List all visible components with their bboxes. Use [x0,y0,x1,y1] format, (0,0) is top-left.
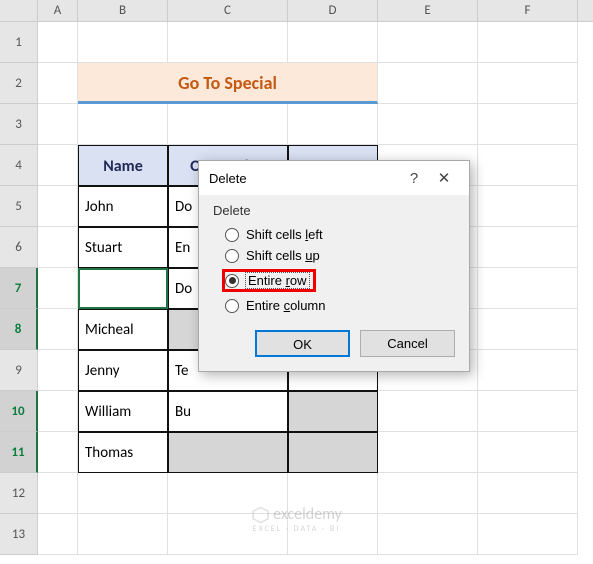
col-header-e[interactable]: E [378,0,478,21]
row-header-5[interactable]: 5 [0,186,38,227]
cell[interactable] [38,514,78,555]
close-icon[interactable]: ✕ [429,169,459,187]
radio-entire-column[interactable]: Entire column [213,295,455,316]
row-header-13[interactable]: 13 [0,514,38,555]
radio-shift-up[interactable]: Shift cells up [213,245,455,266]
row-header-3[interactable]: 3 [0,104,38,145]
cell[interactable] [478,432,578,473]
table-cell[interactable]: Thomas [78,432,168,473]
logo-icon [251,506,269,524]
select-all-corner[interactable] [0,0,38,21]
row-header-7[interactable]: 7 [0,268,38,309]
cell[interactable] [378,104,478,145]
radio-label: Shift cells up [246,248,320,263]
row-header-8[interactable]: 8 [0,309,38,350]
row-header-12[interactable]: 12 [0,473,38,514]
cell[interactable] [378,22,478,63]
radio-label: Entire row [246,273,309,288]
table-cell[interactable]: Jenny [78,350,168,391]
cell[interactable] [478,22,578,63]
radio-icon [225,299,239,313]
radio-label: Shift cells left [246,227,323,242]
row-header-6[interactable]: 6 [0,227,38,268]
cell[interactable] [38,63,78,104]
row-header-10[interactable]: 10 [0,391,38,432]
row-header-11[interactable]: 11 [0,432,38,473]
cell[interactable] [78,514,168,555]
cell[interactable] [478,350,578,391]
table-cell[interactable]: Stuart [78,227,168,268]
cell[interactable] [168,22,288,63]
cell[interactable] [478,227,578,268]
col-header-b[interactable]: B [78,0,168,21]
cell[interactable] [478,145,578,186]
col-header-a[interactable]: A [38,0,78,21]
cell[interactable] [38,186,78,227]
table-cell[interactable]: William [78,391,168,432]
cell[interactable] [378,63,478,104]
cell[interactable] [478,473,578,514]
cell[interactable] [38,22,78,63]
radio-icon [225,274,239,288]
cell[interactable] [478,268,578,309]
active-cell[interactable] [78,268,168,309]
table-cell[interactable]: John [78,186,168,227]
cell[interactable] [78,104,168,145]
dialog-titlebar[interactable]: Delete ? ✕ [199,161,469,195]
cell[interactable] [38,309,78,350]
title-cell[interactable]: Go To Special [78,63,378,104]
watermark: exceldemy EXCEL · DATA · BI [251,505,342,534]
table-cell[interactable]: Bu [168,391,288,432]
radio-icon [225,249,239,263]
cell[interactable] [378,391,478,432]
delete-group-label: Delete [213,203,455,218]
cell[interactable] [478,309,578,350]
table-cell[interactable]: Micheal [78,309,168,350]
cell[interactable] [38,432,78,473]
help-icon[interactable]: ? [399,170,429,187]
cell[interactable] [478,514,578,555]
radio-entire-row[interactable]: Entire row [213,266,455,295]
cell[interactable] [478,186,578,227]
cell[interactable] [78,22,168,63]
ok-button[interactable]: OK [255,330,350,357]
cell[interactable] [478,63,578,104]
row-header-4[interactable]: 4 [0,145,38,186]
table-cell[interactable] [168,432,288,473]
row-header-9[interactable]: 9 [0,350,38,391]
cell[interactable] [168,104,288,145]
cell[interactable] [378,432,478,473]
header-name[interactable]: Name [78,145,168,186]
highlight-entire-row: Entire row [222,269,316,292]
col-header-f[interactable]: F [478,0,578,21]
cell[interactable] [288,22,378,63]
radio-label: Entire column [246,298,326,313]
table-cell[interactable] [288,391,378,432]
cell[interactable] [38,227,78,268]
cell[interactable] [378,473,478,514]
cell[interactable] [38,104,78,145]
col-header-c[interactable]: C [168,0,288,21]
cell[interactable] [38,391,78,432]
radio-icon [225,228,239,242]
cell[interactable] [38,268,78,309]
cancel-button[interactable]: Cancel [360,330,455,357]
cell[interactable] [288,104,378,145]
row-header-2[interactable]: 2 [0,63,38,104]
cell[interactable] [38,145,78,186]
column-headers: A B C D E F [0,0,593,22]
cell[interactable] [478,104,578,145]
delete-dialog: Delete ? ✕ Delete Shift cells left Shift… [198,160,470,372]
cell[interactable] [378,514,478,555]
cell[interactable] [478,391,578,432]
row-header-1[interactable]: 1 [0,22,38,63]
table-cell[interactable] [288,432,378,473]
radio-shift-left[interactable]: Shift cells left [213,224,455,245]
dialog-title: Delete [209,171,399,186]
cell[interactable] [78,473,168,514]
cell[interactable] [38,473,78,514]
col-header-d[interactable]: D [288,0,378,21]
cell[interactable] [38,350,78,391]
